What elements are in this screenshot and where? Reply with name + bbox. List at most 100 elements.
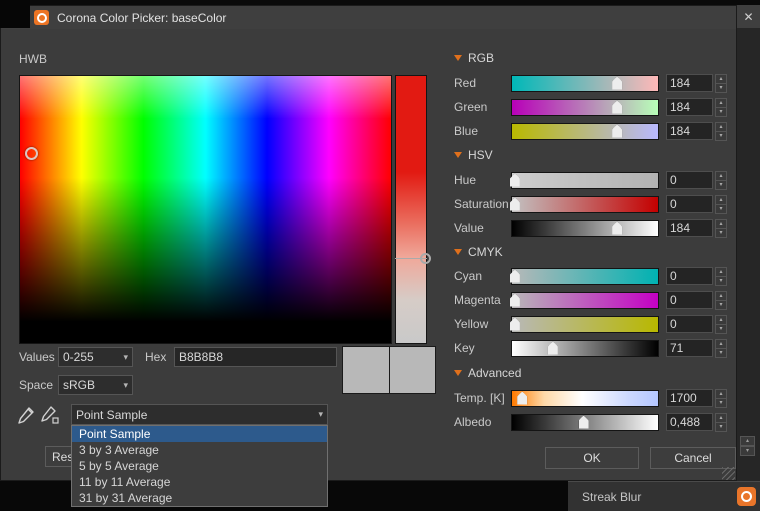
spinner-up-icon[interactable]: ▴ [715,291,727,301]
section-header-hsv[interactable]: HSV [454,148,493,162]
blue-spinner[interactable]: ▴▾ [715,122,727,140]
key-slider[interactable] [511,340,659,357]
spinner-down-icon[interactable]: ▾ [715,399,727,408]
color-field-marker[interactable] [25,147,38,160]
green-slider[interactable] [511,99,659,116]
key-slider-handle[interactable] [548,342,558,355]
color-space-combo[interactable]: sRGB ▾ [58,375,133,395]
spinner-down-icon[interactable]: ▾ [715,205,727,214]
red-spinner[interactable]: ▴▾ [715,74,727,92]
albedo-slider[interactable] [511,414,659,431]
red-value-input[interactable] [666,74,713,92]
green-spinner[interactable]: ▴▾ [715,98,727,116]
section-header-cmyk[interactable]: CMYK [454,245,503,259]
value-slider-handle[interactable] [612,222,622,235]
spinner-down-icon[interactable]: ▾ [715,84,727,93]
spinner-down-icon[interactable]: ▾ [715,108,727,117]
green-slider-handle[interactable] [612,101,622,114]
value-strip[interactable] [395,75,427,344]
temperature-row: Temp. [K] ▴▾ [454,389,736,407]
spinner-up-icon[interactable]: ▴ [715,389,727,399]
yellow-spinner[interactable]: ▴▾ [715,315,727,333]
spinner-up-icon[interactable]: ▴ [715,339,727,349]
saturation-spinner[interactable]: ▴▾ [715,195,727,213]
spinner-down-icon[interactable]: ▾ [715,132,727,141]
hex-input[interactable] [174,347,337,367]
magenta-slider[interactable] [511,292,659,309]
blue-slider[interactable] [511,123,659,140]
spinner-up-icon[interactable]: ▴ [715,219,727,229]
saturation-value-input[interactable] [666,195,713,213]
hue-slider[interactable] [511,172,659,189]
spinner-down-icon[interactable]: ▾ [715,229,727,238]
hue-spinner[interactable]: ▴▾ [715,171,727,189]
key-spinner[interactable]: ▴▾ [715,339,727,357]
spinner-up-icon[interactable]: ▴ [715,413,727,423]
yellow-slider[interactable] [511,316,659,333]
dialog-titlebar[interactable]: Corona Color Picker: baseColor [1,6,736,29]
spinner-down-icon[interactable]: ▾ [715,301,727,310]
value-value-input[interactable] [666,219,713,237]
red-slider[interactable] [511,75,659,92]
option-5x5-average[interactable]: 5 by 5 Average [72,458,327,474]
spinner-up-icon[interactable]: ▴ [715,267,727,277]
yellow-slider-handle[interactable] [510,318,520,331]
spinner-up-icon[interactable]: ▴ [715,74,727,84]
ok-button[interactable]: OK [545,447,639,469]
spinner-down-icon[interactable]: ▾ [715,277,727,286]
eyedropper-icon[interactable] [39,404,61,426]
magenta-slider-handle[interactable] [510,294,520,307]
green-value-input[interactable] [666,98,713,116]
resize-grip[interactable] [722,467,735,480]
saturation-slider-handle[interactable] [510,198,520,211]
close-button[interactable]: ✕ [743,10,753,24]
spinner-up-icon[interactable]: ▴ [715,315,727,325]
red-slider-handle[interactable] [612,77,622,90]
screen-picker-icon[interactable] [15,404,37,426]
albedo-slider-handle[interactable] [579,416,589,429]
cyan-value-input[interactable] [666,267,713,285]
temperature-slider[interactable] [511,390,659,407]
option-3x3-average[interactable]: 3 by 3 Average [72,442,327,458]
spinner-up-icon[interactable]: ▴ [715,122,727,132]
spinner-up-icon[interactable]: ▴ [715,171,727,181]
value-slider[interactable] [511,220,659,237]
current-color-swatch[interactable] [343,347,389,393]
spinner-up-icon[interactable]: ▴ [715,195,727,205]
option-11x11-average[interactable]: 11 by 11 Average [72,474,327,490]
section-header-advanced[interactable]: Advanced [454,366,521,380]
option-point-sample[interactable]: Point Sample [72,426,327,442]
yellow-value-input[interactable] [666,315,713,333]
magenta-spinner[interactable]: ▴▾ [715,291,727,309]
previous-color-swatch[interactable] [389,347,436,393]
spinner-down-icon[interactable]: ▾ [715,181,727,190]
blue-value-input[interactable] [666,122,713,140]
cyan-spinner[interactable]: ▴▾ [715,267,727,285]
blue-slider-handle[interactable] [612,125,622,138]
albedo-value-input[interactable] [666,413,713,431]
value-spinner[interactable]: ▴▾ [715,219,727,237]
temperature-spinner[interactable]: ▴▾ [715,389,727,407]
value-strip-knob[interactable] [420,253,431,264]
cancel-button[interactable]: Cancel [650,447,736,469]
hue-value-input[interactable] [666,171,713,189]
spinner-down-icon[interactable]: ▾ [715,423,727,432]
values-range-combo[interactable]: 0-255 ▾ [58,347,133,367]
hue-whiteness-blackness-field[interactable] [19,75,392,344]
spinner-up-icon[interactable]: ▴ [715,98,727,108]
hue-slider-handle[interactable] [510,174,520,187]
spinner-down-icon[interactable]: ▾ [715,325,727,334]
sample-mode-combo[interactable]: Point Sample ▾ [71,404,328,425]
option-31x31-average[interactable]: 31 by 31 Average [72,490,327,506]
rollout-header-streak-blur[interactable]: Streak Blur [568,481,760,511]
magenta-value-input[interactable] [666,291,713,309]
saturation-slider[interactable] [511,196,659,213]
spinner-down-icon[interactable]: ▾ [715,349,727,358]
key-value-input[interactable] [666,339,713,357]
albedo-spinner[interactable]: ▴▾ [715,413,727,431]
cyan-slider-handle[interactable] [510,270,520,283]
section-header-rgb[interactable]: RGB [454,51,494,65]
temperature-slider-handle[interactable] [517,392,527,405]
temperature-value-input[interactable] [666,389,713,407]
cyan-slider[interactable] [511,268,659,285]
